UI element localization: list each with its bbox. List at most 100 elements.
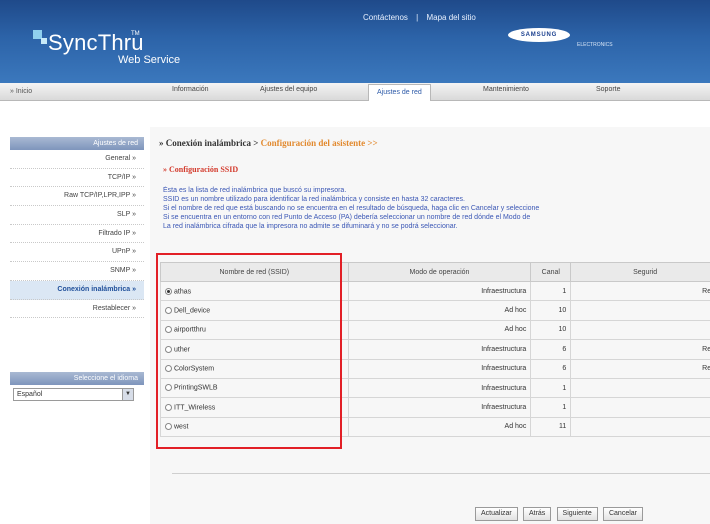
radio-button[interactable] bbox=[165, 287, 172, 295]
description-line: La red inalámbrica cifrada que la impres… bbox=[163, 223, 458, 230]
table-row[interactable]: Dell_device Ad hoc 10 bbox=[160, 300, 710, 321]
security-cell bbox=[570, 397, 710, 418]
security-cell bbox=[570, 416, 710, 438]
sidebar-item-snmp[interactable]: SNMP » bbox=[10, 262, 144, 281]
col-channel-header: Canal bbox=[530, 262, 572, 282]
radio-button[interactable] bbox=[165, 306, 172, 314]
tab-informacion[interactable]: Información bbox=[172, 86, 209, 93]
description: Ésta es la lista de red inalámbrica que … bbox=[163, 186, 710, 231]
top-links: Contáctenos | Mapa del sitio bbox=[360, 13, 479, 22]
col-security-header: Segurid bbox=[570, 262, 710, 282]
sidebar-item-general[interactable]: General » bbox=[10, 150, 144, 169]
sidebar-item-restablecer[interactable]: Restablecer » bbox=[10, 300, 144, 319]
radio-button[interactable] bbox=[165, 345, 172, 353]
ssid-cell: PrintingSWLB bbox=[174, 384, 218, 392]
ssid-cell: west bbox=[174, 423, 189, 431]
ssid-cell: ColorSystem bbox=[174, 365, 215, 373]
ssid-cell: uther bbox=[174, 346, 190, 354]
table-row[interactable]: athas Infraestructura 1 Red bbox=[160, 280, 710, 302]
sidebar-item-conexion-inalambrica[interactable]: Conexión inalámbrica » bbox=[10, 280, 144, 300]
ssid-cell: athas bbox=[174, 287, 192, 295]
sidebar-item-upnp[interactable]: UPnP » bbox=[10, 243, 144, 263]
channel-cell: 10 bbox=[530, 300, 572, 321]
syncthru-logo-icon bbox=[33, 30, 47, 44]
col-mode-header: Modo de operación bbox=[347, 262, 532, 282]
sitemap-link[interactable]: Mapa del sitio bbox=[426, 13, 475, 22]
sidebar-item-tcpip[interactable]: TCP/IP » bbox=[10, 169, 144, 188]
chevron-down-icon[interactable]: ▼ bbox=[122, 389, 133, 400]
link-separator: | bbox=[416, 13, 419, 22]
app-logo: SyncThru bbox=[48, 30, 144, 55]
table-row[interactable]: ITT_Wireless Infraestructura 1 bbox=[160, 397, 710, 418]
breadcrumb-current: Configuración del asistente >> bbox=[260, 138, 378, 148]
table-header-row: Nombre de red (SSID) Modo de operación C… bbox=[160, 262, 710, 282]
language-value: Español bbox=[17, 391, 43, 398]
channel-cell: 6 bbox=[530, 339, 572, 360]
mode-cell: Ad hoc bbox=[347, 416, 532, 438]
description-line: Si se encuentra en un entorno con red Pu… bbox=[163, 214, 531, 221]
channel-cell: 1 bbox=[530, 397, 572, 418]
network-table: Nombre de red (SSID) Modo de operación C… bbox=[160, 262, 710, 438]
mode-cell: Infraestructura bbox=[347, 397, 532, 418]
main-nav: » Inicio Información Ajustes del equipo … bbox=[0, 83, 710, 101]
ssid-cell: ITT_Wireless bbox=[174, 404, 216, 412]
action-buttons: Actualizar Atrás Siguiente Cancelar bbox=[475, 507, 646, 521]
radio-button[interactable] bbox=[165, 365, 172, 373]
contact-link[interactable]: Contáctenos bbox=[363, 13, 408, 22]
ssid-cell: airportthru bbox=[174, 326, 206, 334]
table-row[interactable]: PrintingSWLB Infraestructura 1 bbox=[160, 377, 710, 399]
channel-cell: 11 bbox=[530, 416, 572, 438]
mode-cell: Infraestructura bbox=[347, 280, 532, 302]
channel-cell: 10 bbox=[530, 319, 572, 341]
description-line: Ésta es la lista de red inalámbrica que … bbox=[163, 187, 347, 194]
tab-soporte[interactable]: Soporte bbox=[596, 86, 621, 93]
home-link[interactable]: » Inicio bbox=[10, 88, 32, 95]
table-row[interactable]: uther Infraestructura 6 Red bbox=[160, 339, 710, 360]
samsung-logo-sub: ELECTRONICS bbox=[577, 42, 613, 48]
language-title: Seleccione el idioma bbox=[10, 372, 144, 385]
channel-cell: 1 bbox=[530, 377, 572, 399]
tab-mantenimiento[interactable]: Mantenimiento bbox=[483, 86, 529, 93]
security-cell bbox=[570, 377, 710, 399]
mode-cell: Ad hoc bbox=[347, 300, 532, 321]
sidebar-item-slp[interactable]: SLP » bbox=[10, 206, 144, 225]
sidebar-item-filtrado-ip[interactable]: Filtrado IP » bbox=[10, 225, 144, 244]
security-cell: Red bbox=[570, 339, 710, 360]
divider bbox=[172, 473, 710, 474]
radio-button[interactable] bbox=[165, 403, 172, 411]
logo-trademark: TM bbox=[131, 31, 140, 37]
app-header: SyncThru TM Web Service Contáctenos | Ma… bbox=[0, 0, 710, 83]
language-select[interactable]: Español ▼ bbox=[13, 388, 134, 401]
back-button[interactable]: Atrás bbox=[522, 507, 552, 521]
table-row[interactable]: west Ad hoc 11 bbox=[160, 416, 710, 438]
table-row[interactable]: ColorSystem Infraestructura 6 Red bbox=[160, 358, 710, 379]
radio-button[interactable] bbox=[165, 384, 172, 392]
update-button[interactable]: Actualizar bbox=[475, 507, 518, 521]
radio-button[interactable] bbox=[165, 423, 172, 431]
mode-cell: Ad hoc bbox=[347, 319, 532, 341]
col-ssid-header: Nombre de red (SSID) bbox=[160, 262, 349, 282]
sidebar-title: Ajustes de red bbox=[10, 137, 144, 150]
mode-cell: Infraestructura bbox=[347, 377, 532, 399]
sidebar-menu: General » TCP/IP » Raw TCP/IP,LPR,IPP » … bbox=[10, 150, 144, 319]
channel-cell: 6 bbox=[530, 358, 572, 379]
radio-button[interactable] bbox=[165, 326, 172, 334]
app-subtitle: Web Service bbox=[118, 54, 181, 66]
tab-ajustes-red[interactable]: Ajustes de red bbox=[368, 84, 431, 101]
ssid-cell: Dell_device bbox=[174, 307, 211, 315]
breadcrumb: » Conexión inalámbrica > Configuración d… bbox=[159, 138, 378, 148]
mode-cell: Infraestructura bbox=[347, 358, 532, 379]
table-row[interactable]: airportthru Ad hoc 10 bbox=[160, 319, 710, 341]
next-button[interactable]: Siguiente bbox=[556, 507, 598, 521]
samsung-logo: SAMSUNG bbox=[508, 28, 570, 42]
sidebar-item-raw-tcpip[interactable]: Raw TCP/IP,LPR,IPP » bbox=[10, 187, 144, 207]
tab-ajustes-equipo[interactable]: Ajustes del equipo bbox=[260, 86, 317, 93]
description-line: SSID es un nombre utilizado para identif… bbox=[163, 196, 465, 203]
description-line: Si el nombre de red que está buscando no… bbox=[163, 205, 540, 212]
section-title: » Configuración SSID bbox=[163, 165, 239, 174]
security-cell: Red bbox=[570, 358, 710, 379]
mode-cell: Infraestructura bbox=[347, 339, 532, 360]
cancel-button[interactable]: Cancelar bbox=[602, 507, 643, 521]
security-cell bbox=[570, 300, 710, 321]
breadcrumb-root[interactable]: » Conexión inalámbrica > bbox=[159, 138, 261, 148]
